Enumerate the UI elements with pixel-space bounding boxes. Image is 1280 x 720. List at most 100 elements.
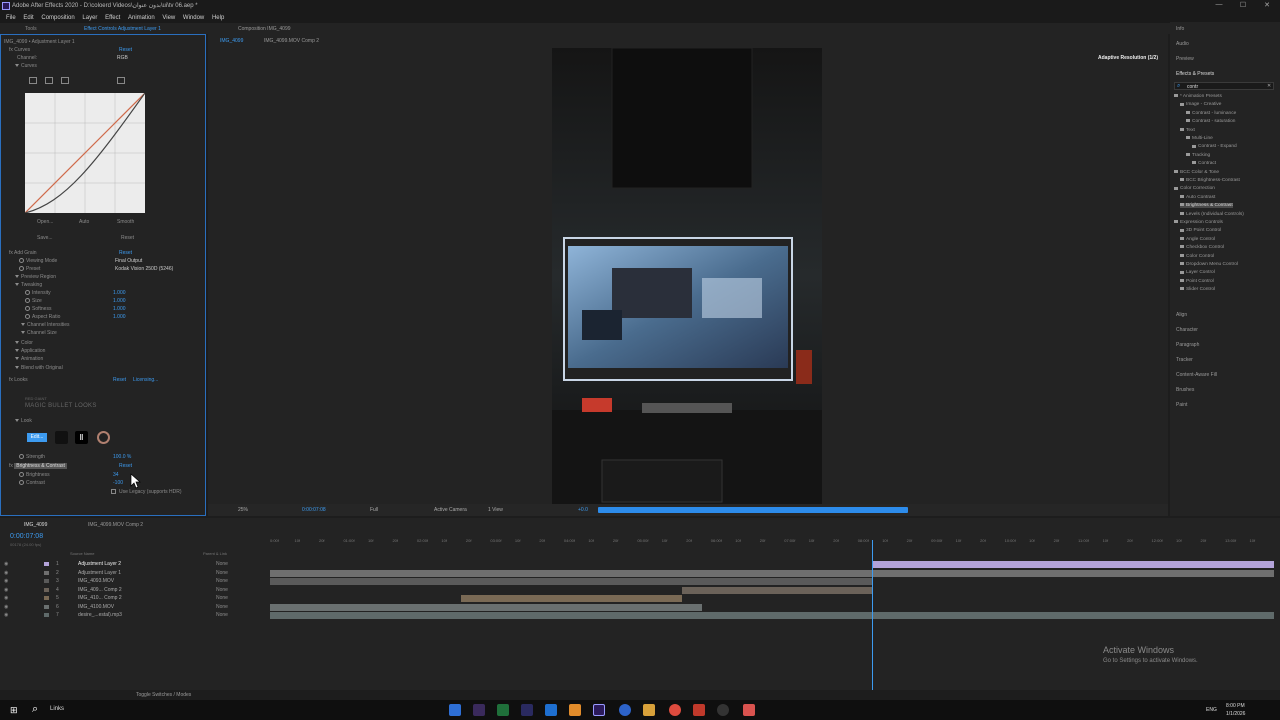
align-panel-tab[interactable]: Align: [1176, 312, 1187, 318]
clock-time[interactable]: 8:00 PM: [1226, 703, 1245, 709]
effects-presets-title[interactable]: Effects & Presets: [1176, 71, 1214, 77]
visibility-eye-icon[interactable]: ◉: [4, 560, 8, 568]
curves-open-button[interactable]: Open...: [37, 219, 53, 225]
after-effects-taskbar-icon[interactable]: [593, 704, 605, 716]
visibility-eye-icon[interactable]: ◉: [4, 611, 8, 619]
search-taskbar-icon[interactable]: ⌕: [32, 703, 38, 716]
sublime-icon[interactable]: [569, 704, 581, 716]
layer-row[interactable]: ◉ 4 IMG_409... Comp 2 None: [0, 586, 268, 594]
layer-label-color[interactable]: [44, 613, 49, 617]
pen-app-icon[interactable]: [521, 704, 533, 716]
curves-smooth-button[interactable]: Smooth: [117, 218, 134, 226]
effects-tree-item[interactable]: * Animation Presets: [1174, 94, 1222, 99]
tool-thumb-icon[interactable]: Ⅱ: [75, 431, 88, 444]
stopwatch-icon[interactable]: [19, 472, 24, 478]
layer-track-bar[interactable]: [270, 578, 873, 585]
visibility-eye-icon[interactable]: ◉: [4, 594, 8, 602]
effects-tree-item[interactable]: Color Control: [1180, 254, 1214, 259]
layer-parent-dropdown[interactable]: None: [216, 577, 228, 585]
effects-tree-item[interactable]: Angle Control: [1180, 237, 1215, 242]
layer-row[interactable]: ◉ 5 IMG_410... Comp 2 None: [0, 594, 268, 602]
menu-view[interactable]: View: [162, 13, 175, 23]
strength-value[interactable]: 100.0 %: [113, 453, 131, 461]
timeline-tab-comp2[interactable]: IMG_4099.MOV Comp 2: [88, 522, 143, 528]
effects-tree-item[interactable]: 3D Point Control: [1180, 228, 1221, 233]
crumb-main[interactable]: IMG_4099: [220, 38, 243, 44]
layer-label-color[interactable]: [44, 570, 49, 575]
curves-graph[interactable]: [24, 92, 146, 214]
davinci-icon[interactable]: [717, 704, 729, 716]
curves-group-row[interactable]: Curves: [15, 62, 215, 70]
bc-reset-button[interactable]: Reset: [119, 462, 132, 470]
brave-icon[interactable]: [693, 704, 705, 716]
layer-parent-dropdown[interactable]: None: [216, 569, 228, 577]
edge-icon[interactable]: [619, 704, 631, 716]
layer-parent-dropdown[interactable]: None: [216, 586, 228, 594]
figma-icon[interactable]: [743, 704, 755, 716]
layer-track-bar[interactable]: [270, 603, 702, 611]
layer-label-color[interactable]: [44, 562, 49, 566]
viewing-mode-dropdown[interactable]: Final Output: [115, 257, 142, 265]
layer-track-bar[interactable]: [872, 561, 1274, 568]
grain-reset-button[interactable]: Reset: [119, 249, 132, 257]
curve-tool-icon[interactable]: [29, 77, 37, 84]
color-group-row[interactable]: Color: [15, 339, 215, 347]
effects-tree-item[interactable]: BCC Brightness-Contrast: [1180, 178, 1240, 183]
language-indicator[interactable]: ENG: [1206, 707, 1217, 713]
clock-date[interactable]: 1/1/2026: [1226, 711, 1245, 717]
windows-start-icon[interactable]: ⊞: [10, 705, 18, 716]
effects-tree-item[interactable]: Auto Contrast: [1180, 195, 1215, 200]
add-grain-effect-row[interactable]: fx Add Grain Reset: [9, 249, 209, 257]
chrome-icon[interactable]: [669, 704, 681, 716]
curves-reset2-button[interactable]: Reset: [121, 234, 134, 242]
layer-name[interactable]: IMG_4100.MOV: [78, 603, 114, 611]
effects-tree-item[interactable]: Brightness & Contrast: [1180, 203, 1233, 209]
composition-frame[interactable]: [552, 48, 822, 504]
timeline-tab-main[interactable]: IMG_4099: [24, 522, 47, 528]
legacy-checkbox[interactable]: [111, 489, 116, 495]
brightness-contrast-effect-row[interactable]: fx Brightness & Contrast Reset: [9, 462, 209, 470]
effects-search-input[interactable]: ⌕ contr ✕: [1174, 82, 1274, 90]
layer-track-bar[interactable]: [270, 569, 1274, 577]
view-layout-dropdown[interactable]: 1 View: [488, 507, 503, 513]
xbox-icon[interactable]: [497, 704, 509, 716]
layer-track-bar[interactable]: [270, 612, 1274, 619]
effects-tree-item[interactable]: Contrast - saturation: [1186, 119, 1235, 124]
layer-row[interactable]: ◉ 1 Adjustment Layer 2 None: [0, 560, 268, 568]
menu-animation[interactable]: Animation: [128, 13, 155, 23]
stopwatch-icon[interactable]: [25, 298, 30, 304]
maximize-button[interactable]: ☐: [1236, 1, 1250, 11]
brushes-panel-tab[interactable]: Brushes: [1176, 387, 1194, 393]
looks-edit-button[interactable]: Edit...: [27, 433, 47, 442]
brightness-value[interactable]: 34: [113, 471, 119, 479]
smooth-tool-icon[interactable]: [61, 77, 69, 84]
effects-tree-item[interactable]: Levels (Individual Controls): [1180, 212, 1244, 217]
stopwatch-icon[interactable]: [19, 454, 24, 460]
layer-row[interactable]: ◉ 3 IMG_4093.MOV None: [0, 577, 268, 585]
layer-name[interactable]: desire_...estal).mp3: [78, 611, 122, 619]
blend-row[interactable]: Blend with Original: [15, 364, 215, 372]
layer-name[interactable]: Adjustment Layer 1: [78, 569, 121, 577]
premiere-icon[interactable]: [473, 704, 485, 716]
effects-tree-item[interactable]: Point Control: [1180, 279, 1214, 284]
current-time-display[interactable]: 0:00:07:08: [302, 507, 326, 513]
layer-name[interactable]: Adjustment Layer 2: [78, 560, 121, 568]
layer-track-bar[interactable]: [460, 595, 682, 602]
effects-tree-item[interactable]: Checkbox Control: [1180, 245, 1224, 250]
effects-tree-item[interactable]: Dropdown Menu Control: [1180, 262, 1238, 267]
layer-label-color[interactable]: [44, 579, 49, 583]
effects-tree-item[interactable]: Multi-Line: [1186, 136, 1213, 141]
minimize-button[interactable]: —: [1212, 1, 1226, 11]
look-row[interactable]: Look: [15, 417, 215, 425]
toggle-switches-modes[interactable]: Toggle Switches / Modes: [136, 692, 191, 698]
paragraph-panel-tab[interactable]: Paragraph: [1176, 342, 1199, 348]
stopwatch-icon[interactable]: [25, 306, 30, 312]
layer-parent-dropdown[interactable]: None: [216, 611, 228, 619]
contrast-value[interactable]: -100: [113, 479, 123, 487]
visibility-eye-icon[interactable]: ◉: [4, 586, 8, 594]
visibility-eye-icon[interactable]: ◉: [4, 577, 8, 585]
legacy-row[interactable]: Use Legacy (supports HDR): [111, 488, 201, 496]
audio-panel-tab[interactable]: Audio: [1176, 41, 1189, 47]
menu-effect[interactable]: Effect: [105, 13, 120, 23]
tab-composition[interactable]: Composition IMG_4099: [238, 26, 291, 32]
